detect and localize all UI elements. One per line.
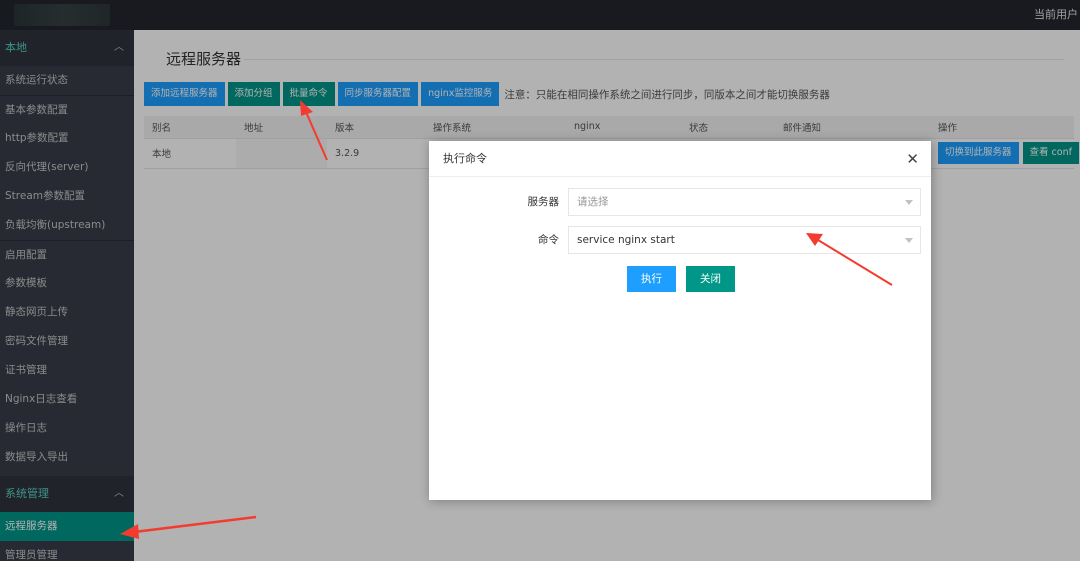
dialog-header: 执行命令 ✕ (429, 141, 931, 177)
dialog-title: 执行命令 (443, 152, 487, 165)
command-select[interactable]: service nginx start (568, 226, 921, 254)
server-select-placeholder: 请选择 (577, 196, 609, 208)
server-row: 服务器 请选择 (429, 188, 931, 216)
execute-command-dialog: 执行命令 ✕ 服务器 请选择 命令 service nginx start 执行… (429, 141, 931, 500)
close-icon[interactable]: ✕ (906, 141, 919, 177)
execute-button[interactable]: 执行 (627, 266, 676, 292)
caret-down-icon (905, 238, 913, 243)
command-row: 命令 service nginx start (429, 226, 931, 254)
server-label: 服务器 (527, 196, 560, 208)
caret-down-icon (905, 200, 913, 205)
command-select-value: service nginx start (577, 234, 675, 246)
command-label: 命令 (538, 234, 559, 246)
server-select[interactable]: 请选择 (568, 188, 921, 216)
close-button[interactable]: 关闭 (686, 266, 735, 292)
dialog-actions: 执行 关闭 (627, 266, 735, 292)
